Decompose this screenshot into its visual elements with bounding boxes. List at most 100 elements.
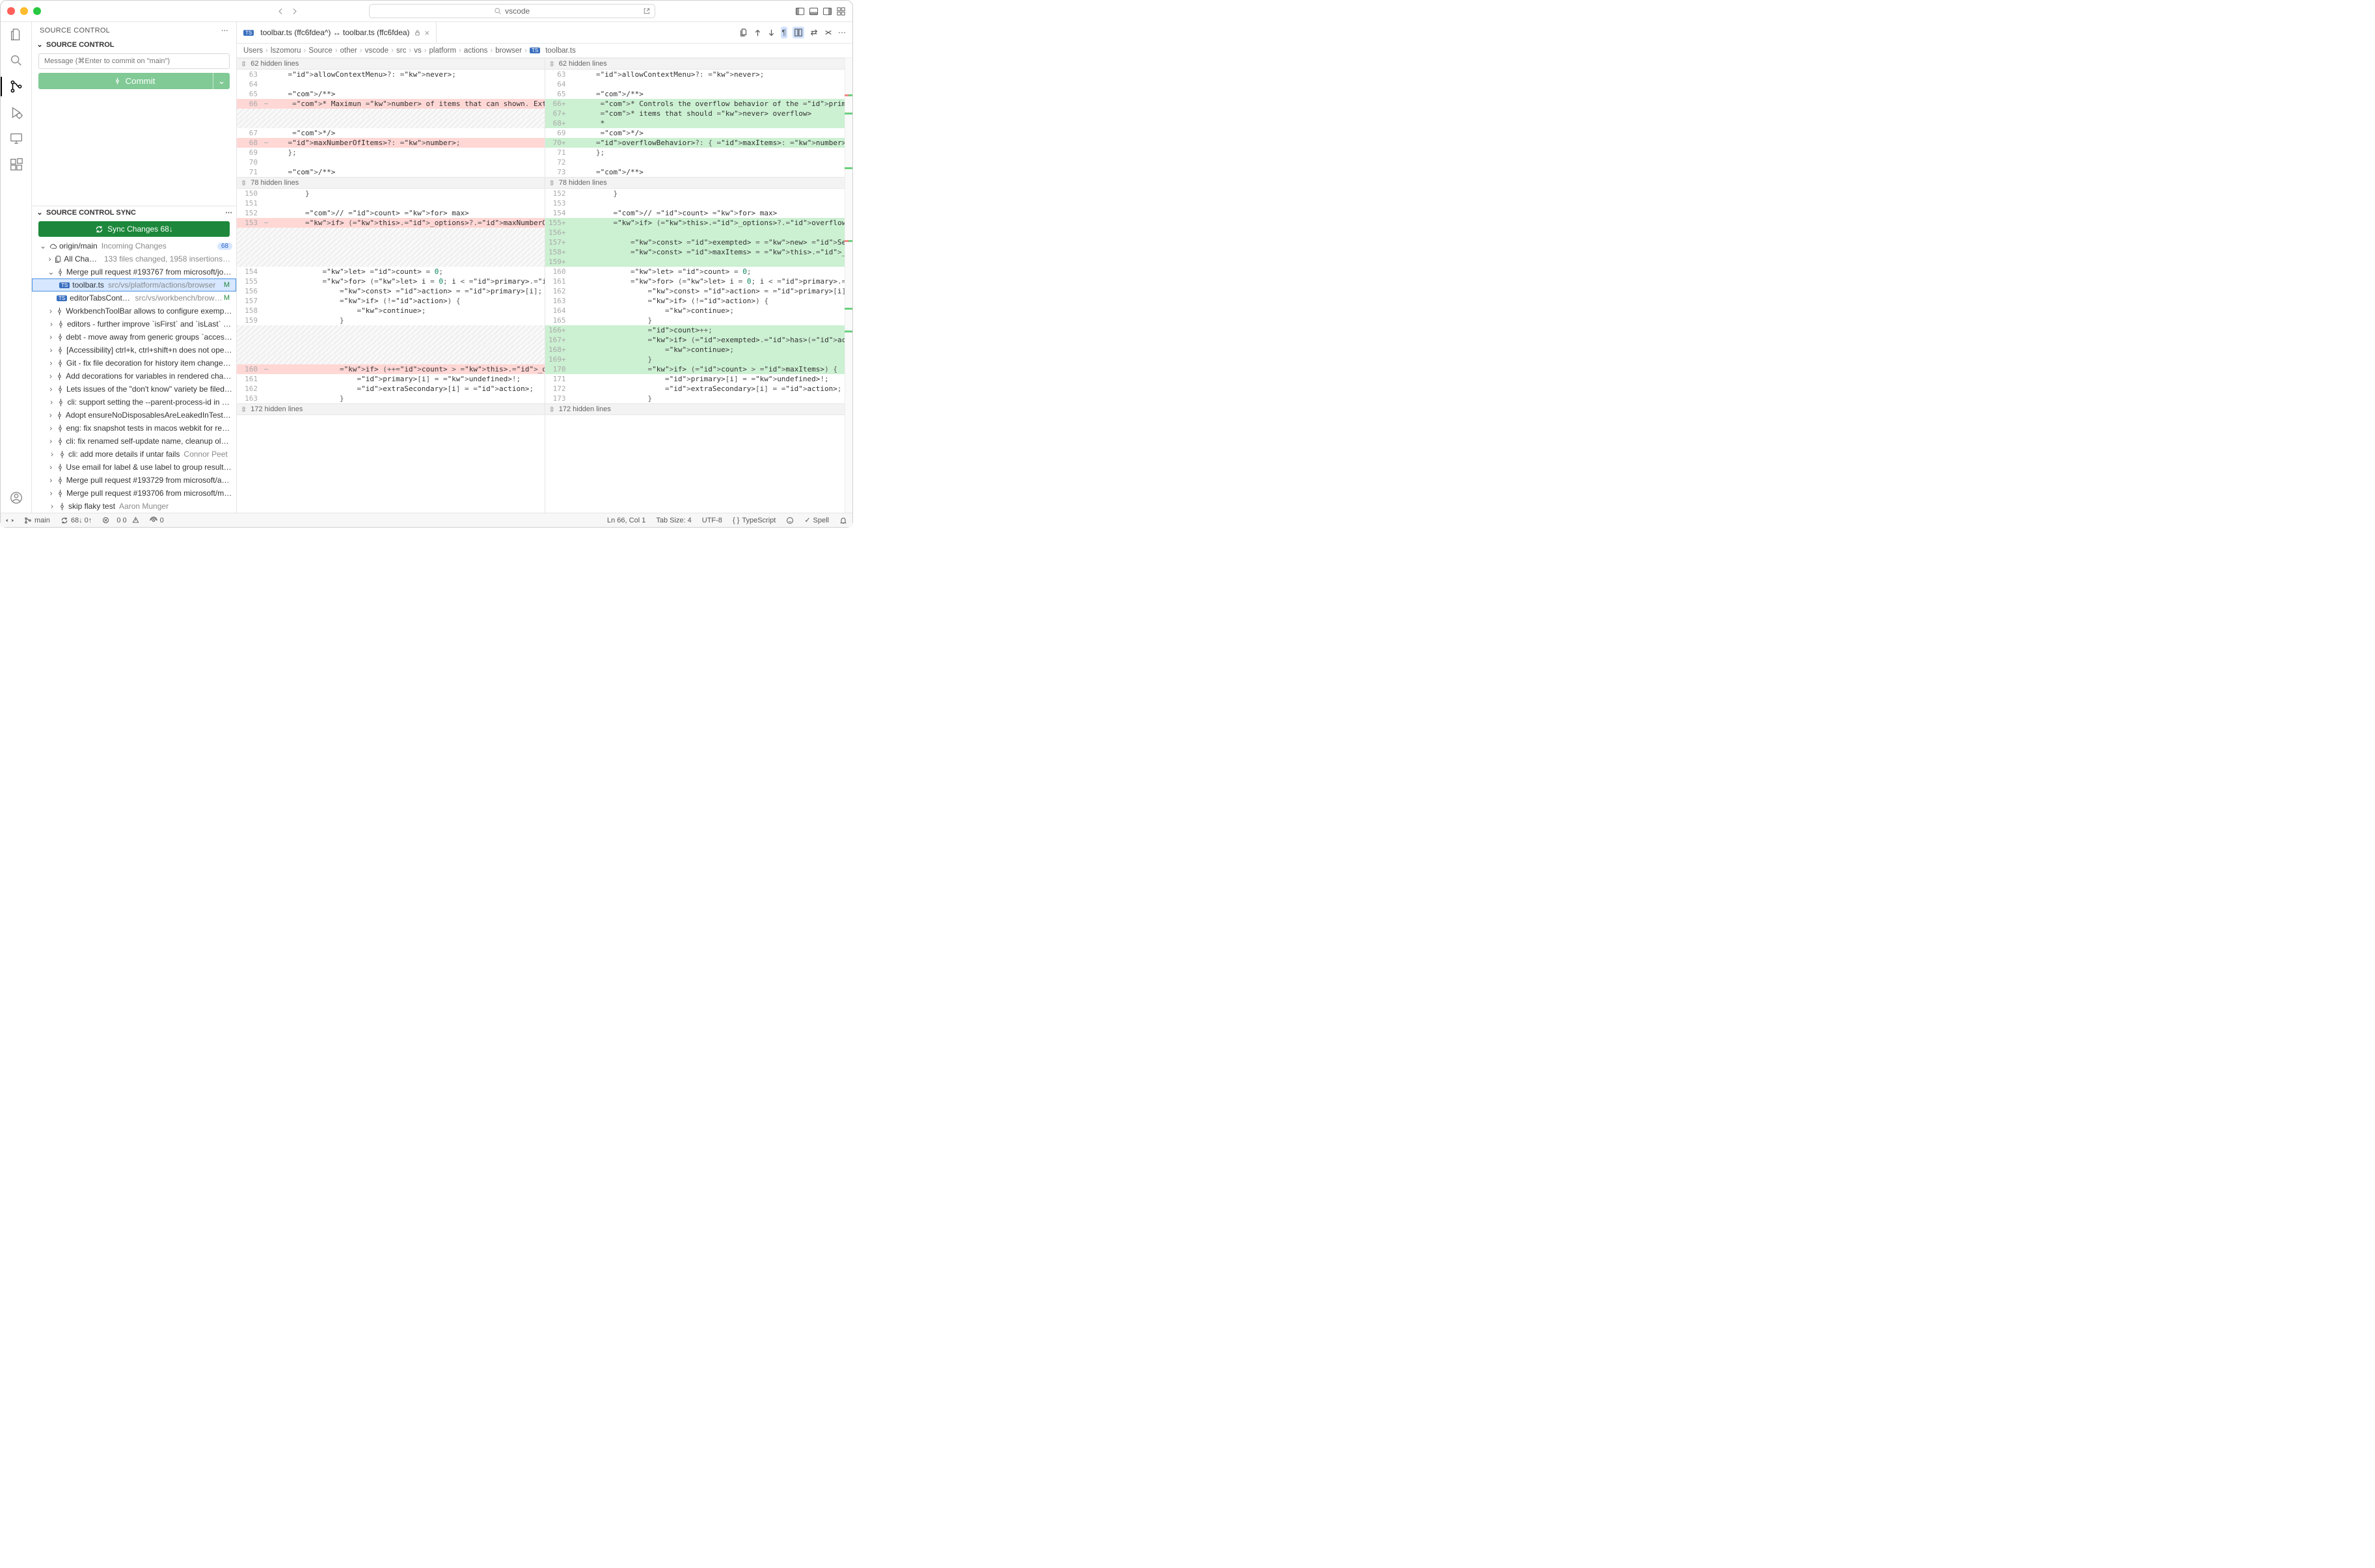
fold-row[interactable]: ⇳ 62 hidden lines xyxy=(545,58,853,70)
source-control-tab[interactable] xyxy=(8,78,25,95)
open-changes-icon[interactable] xyxy=(739,28,748,37)
fold-row[interactable]: ⇳ 78 hidden lines xyxy=(545,177,853,189)
commit-row[interactable]: ›Git - fix file decoration for history i… xyxy=(32,357,236,370)
diff-line[interactable]: 163 ="kw">if> (!="id">action>) { xyxy=(545,296,853,306)
diff-line[interactable]: 63 ="id">allowContextMenu>?: ="kw">never… xyxy=(237,70,545,79)
diff-line[interactable]: 158 ="kw">continue>; xyxy=(237,306,545,316)
commit-row[interactable]: ›Merge pull request #193729 from microso… xyxy=(32,474,236,487)
all-changes-row[interactable]: › All Changes 133 files changed, 1958 in… xyxy=(32,252,236,265)
diff-line[interactable]: 172 ="id">extraSecondary>[i] = ="id">act… xyxy=(545,384,853,394)
commit-row[interactable]: ›skip flaky testAaron Munger xyxy=(32,500,236,513)
commit-row[interactable]: ›WorkbenchToolBar allows to configure ex… xyxy=(32,304,236,318)
diff-line[interactable]: 71 }; xyxy=(545,148,853,157)
sync-more-icon[interactable]: ⋯ xyxy=(225,208,232,217)
diff-line[interactable]: 173 } xyxy=(545,394,853,403)
diff-line[interactable]: 70 xyxy=(237,157,545,167)
open-external-icon[interactable] xyxy=(643,7,651,15)
diff-line[interactable]: 153− ="kw">if> (="kw">this>.="id">_optio… xyxy=(237,218,545,228)
render-whitespace-icon[interactable]: ¶ xyxy=(781,27,787,38)
breadcrumb-item[interactable]: Source xyxy=(308,47,332,55)
customize-layout-icon[interactable] xyxy=(836,7,846,16)
overview-ruler[interactable] xyxy=(845,58,852,513)
breadcrumb-item[interactable]: Users xyxy=(243,47,263,55)
diff-line[interactable]: 66− ="com">* Maximun ="kw">number> of it… xyxy=(237,99,545,109)
diff-line[interactable] xyxy=(237,109,545,118)
accounts-tab[interactable] xyxy=(8,489,25,506)
diff-line[interactable]: 166+ ="id">count>++; xyxy=(545,325,853,335)
commit-row[interactable]: ›Merge pull request #193706 from microso… xyxy=(32,487,236,500)
diff-line[interactable]: 151 xyxy=(237,198,545,208)
file-row[interactable]: TS editorTabsControl.ts src/vs/workbench… xyxy=(32,291,236,304)
diff-line[interactable]: 155 ="kw">for> (="kw">let> i = 0; i < ="… xyxy=(237,277,545,286)
toggle-inline-icon[interactable] xyxy=(793,27,804,38)
diff-line[interactable]: 156 ="kw">const> ="id">action> = ="id">p… xyxy=(237,286,545,296)
fold-row[interactable]: ⇳ 172 hidden lines xyxy=(545,403,853,415)
diff-line[interactable] xyxy=(237,345,545,355)
breadcrumb-item[interactable]: browser xyxy=(495,47,522,55)
branch-indicator[interactable]: main xyxy=(19,517,55,524)
diff-line[interactable]: 160 ="kw">let> ="id">count> = 0; xyxy=(545,267,853,277)
diff-line[interactable] xyxy=(237,257,545,267)
spell-check[interactable]: ✓ Spell xyxy=(799,516,834,524)
diff-line[interactable]: 171 ="id">primary>[i] = ="kw">undefined>… xyxy=(545,374,853,384)
encoding[interactable]: UTF-8 xyxy=(697,516,727,524)
commit-row[interactable]: ›debt - move away from generic groups `a… xyxy=(32,331,236,344)
sync-changes-button[interactable]: Sync Changes 68↓ xyxy=(38,221,230,237)
breadcrumb-item[interactable]: toolbar.ts xyxy=(545,47,576,55)
breadcrumb-item[interactable]: lszomoru xyxy=(271,47,301,55)
diff-line[interactable]: 162 ="kw">const> ="id">action> = ="id">p… xyxy=(545,286,853,296)
nav-back-button[interactable] xyxy=(277,7,285,16)
diff-line[interactable]: 155+ ="kw">if> (="kw">this>.="id">_optio… xyxy=(545,218,853,228)
breadcrumb-item[interactable]: vscode xyxy=(365,47,388,55)
incoming-branch-row[interactable]: ⌄ origin/main Incoming Changes 68 xyxy=(32,239,236,252)
diff-line[interactable]: 161 ="id">primary>[i] = ="kw">undefined>… xyxy=(237,374,545,384)
diff-line[interactable]: 70+ ="id">overflowBehavior>?: { ="id">ma… xyxy=(545,138,853,148)
diff-line[interactable]: 66+ ="com">* Controls the overflow behav… xyxy=(545,99,853,109)
diff-line[interactable]: 159 } xyxy=(237,316,545,325)
diff-line[interactable]: 159+ xyxy=(545,257,853,267)
editor-tab[interactable]: TS toolbar.ts (ffc6fdea^) ↔ toolbar.ts (… xyxy=(237,22,437,43)
commit-row[interactable]: ›Lets issues of the "don't know" variety… xyxy=(32,383,236,396)
commit-row[interactable]: ›editors - further improve `isFirst` and… xyxy=(32,318,236,331)
breadcrumb-item[interactable]: src xyxy=(396,47,406,55)
fold-row[interactable]: ⇳ 78 hidden lines xyxy=(237,177,545,189)
diff-line[interactable] xyxy=(237,325,545,335)
close-window-button[interactable] xyxy=(7,7,15,15)
diff-editor[interactable]: ⇳ 62 hidden lines 63 ="id">allowContextM… xyxy=(237,58,852,513)
diff-line[interactable] xyxy=(237,237,545,247)
collapse-unchanged-icon[interactable] xyxy=(824,28,833,37)
fold-row[interactable]: ⇳ 62 hidden lines xyxy=(237,58,545,70)
diff-line[interactable]: 67+ ="com">* items that should ="kw">nev… xyxy=(545,109,853,118)
prev-change-icon[interactable] xyxy=(753,29,762,37)
diff-line[interactable]: 162 ="id">extraSecondary>[i] = ="id">act… xyxy=(237,384,545,394)
diff-line[interactable] xyxy=(237,228,545,237)
commit-row[interactable]: ›Adopt ensureNoDisposablesAreLeakedInTes… xyxy=(32,409,236,422)
commit-row[interactable]: ⌄ Merge pull request #193767 from micros… xyxy=(32,265,236,278)
diff-line[interactable]: 170 ="kw">if> (="id">count> > ="id">maxI… xyxy=(545,364,853,374)
breadcrumb-item[interactable]: platform xyxy=(429,47,457,55)
minimize-window-button[interactable] xyxy=(20,7,28,15)
diff-line[interactable]: 163 } xyxy=(237,394,545,403)
extensions-tab[interactable] xyxy=(8,156,25,173)
diff-line[interactable]: 64 xyxy=(545,79,853,89)
diff-line[interactable]: 65 ="com">/**> xyxy=(237,89,545,99)
diff-line[interactable]: 158+ ="kw">const> ="id">maxItems> = ="kw… xyxy=(545,247,853,257)
commit-row[interactable]: ›eng: fix snapshot tests in macos webkit… xyxy=(32,422,236,435)
swap-sides-icon[interactable] xyxy=(809,28,819,37)
breadcrumb-item[interactable]: actions xyxy=(464,47,487,55)
remote-indicator[interactable] xyxy=(1,517,19,524)
diff-line[interactable]: 153 xyxy=(545,198,853,208)
fold-row[interactable]: ⇳ 172 hidden lines xyxy=(237,403,545,415)
diff-line[interactable]: 63 ="id">allowContextMenu>?: ="kw">never… xyxy=(545,70,853,79)
commit-row[interactable]: ›cli: support setting the --parent-proce… xyxy=(32,396,236,409)
diff-line[interactable]: 152 } xyxy=(545,189,853,198)
diff-line[interactable]: 167+ ="kw">if> (="id">exempted>.="id">ha… xyxy=(545,335,853,345)
nav-forward-button[interactable] xyxy=(290,7,299,16)
next-change-icon[interactable] xyxy=(767,29,776,37)
diff-line[interactable]: 68− ="id">maxNumberOfItems>?: ="kw">numb… xyxy=(237,138,545,148)
diff-line[interactable]: 161 ="kw">for> (="kw">let> i = 0; i < ="… xyxy=(545,277,853,286)
commit-row[interactable]: ›cli: fix renamed self-update name, clea… xyxy=(32,435,236,448)
editor-more-icon[interactable]: ⋯ xyxy=(838,28,846,37)
cursor-position[interactable]: Ln 66, Col 1 xyxy=(602,516,651,524)
diff-line[interactable]: 73 ="com">/**> xyxy=(545,167,853,177)
